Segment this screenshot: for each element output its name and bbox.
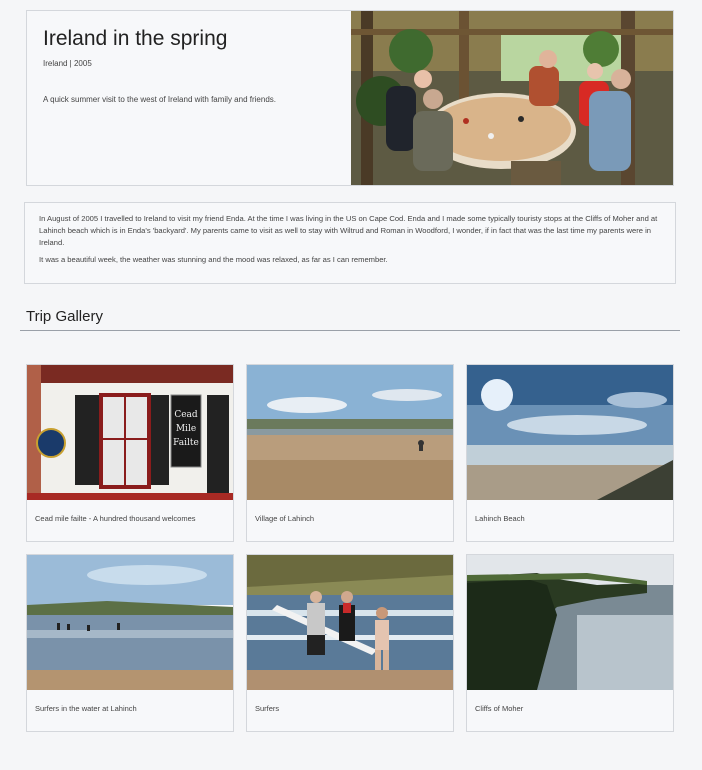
- trip-meta: Ireland | 2005: [43, 59, 92, 68]
- hero-photo: [351, 11, 673, 185]
- description-paragraph: In August of 2005 I travelled to Ireland…: [39, 214, 658, 247]
- hero-card: Ireland in the spring Ireland | 2005 A q…: [26, 10, 674, 186]
- divider: [20, 330, 680, 331]
- gallery-photo[interactable]: [247, 555, 453, 690]
- gallery-photo[interactable]: [27, 555, 233, 690]
- gallery-card[interactable]: Surfers in the water at Lahinch: [26, 554, 234, 732]
- gallery-photo[interactable]: Cead Mile Failte: [27, 365, 233, 500]
- gallery-caption: Lahinch Beach: [475, 514, 525, 523]
- svg-text:Cead: Cead: [174, 410, 198, 420]
- svg-text:Mile: Mile: [176, 424, 196, 434]
- gallery-card[interactable]: Village of Lahinch: [246, 364, 454, 542]
- gallery-photo[interactable]: [467, 555, 673, 690]
- gallery-caption: Cliffs of Moher: [475, 704, 524, 713]
- gallery-card[interactable]: Cead Mile Failte Cead mile failte - A hu…: [26, 364, 234, 542]
- gallery-photo[interactable]: [247, 365, 453, 500]
- trip-description: In August of 2005 I travelled to Ireland…: [24, 202, 676, 284]
- hero-text: Ireland in the spring Ireland | 2005 A q…: [27, 11, 351, 185]
- gallery-caption: Cead mile failte - A hundred thousand we…: [35, 514, 196, 523]
- description-paragraph: It was a beautiful week, the weather was…: [39, 255, 388, 265]
- trip-summary: A quick summer visit to the west of Irel…: [43, 95, 276, 104]
- gallery-card[interactable]: Surfers: [246, 554, 454, 732]
- gallery-caption: Surfers: [255, 704, 280, 713]
- svg-text:Failte: Failte: [173, 438, 199, 448]
- gallery-caption: Village of Lahinch: [255, 514, 315, 523]
- page-title: Ireland in the spring: [43, 27, 228, 50]
- gallery-photo[interactable]: [467, 365, 673, 500]
- gallery-caption: Surfers in the water at Lahinch: [35, 704, 137, 713]
- gallery-card[interactable]: Lahinch Beach: [466, 364, 674, 542]
- gallery-title: Trip Gallery: [26, 308, 103, 325]
- gallery-card[interactable]: Cliffs of Moher: [466, 554, 674, 732]
